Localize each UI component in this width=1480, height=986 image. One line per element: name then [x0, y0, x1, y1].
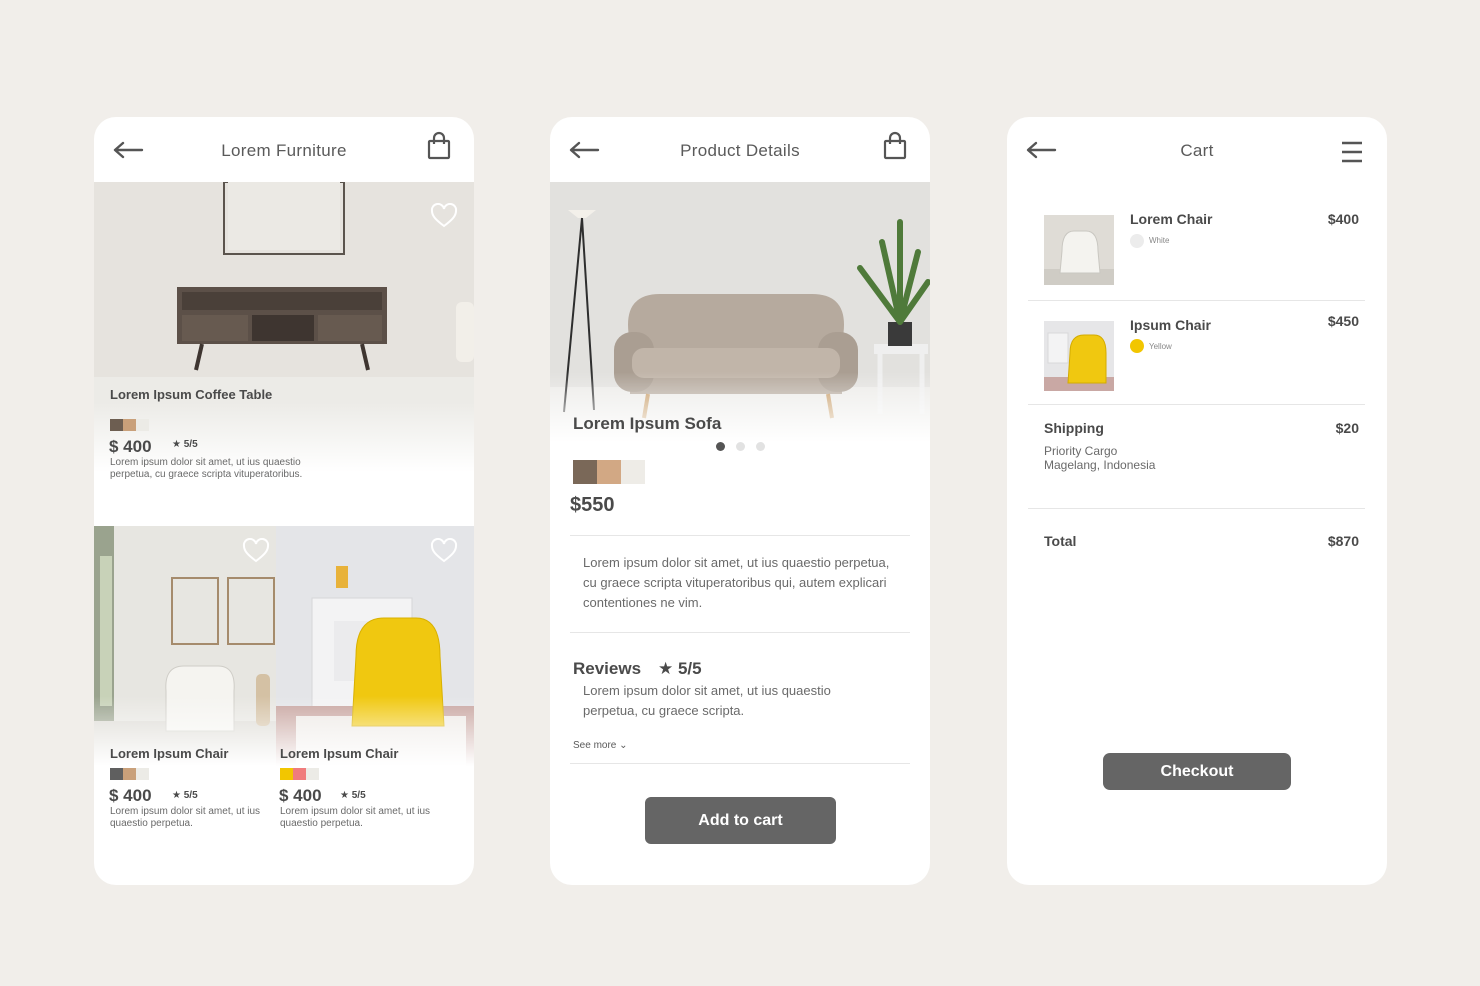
- product-price: $ 400: [109, 437, 152, 456]
- product-rating: ★ 5/5: [172, 439, 198, 450]
- header: Cart: [1007, 117, 1387, 183]
- divider: [570, 632, 910, 633]
- product-name: Lorem Ipsum Sofa: [573, 414, 722, 433]
- yellow-chair-photo[interactable]: [276, 526, 474, 766]
- divider: [570, 535, 910, 536]
- product-name: Lorem Ipsum Coffee Table: [110, 387, 273, 402]
- shopping-bag-icon[interactable]: [426, 131, 452, 161]
- cart-item-price: $400: [1327, 211, 1359, 227]
- product-price: $ 400: [279, 786, 322, 805]
- cart-item-color: White: [1149, 236, 1170, 245]
- total-price: $870: [1327, 533, 1359, 549]
- page-title: Lorem Furniture: [221, 141, 347, 160]
- cart-item-price: $450: [1327, 313, 1359, 329]
- reviews-heading: Reviews: [573, 659, 642, 678]
- product-description: Lorem ipsum dolor sit amet, ut ius quaes…: [110, 457, 303, 480]
- heart-icon[interactable]: [430, 538, 458, 564]
- product-rating: ★ 5/5: [340, 790, 366, 801]
- add-to-cart-button[interactable]: Add to cart: [645, 797, 836, 844]
- divider: [1028, 404, 1365, 405]
- swatch[interactable]: [123, 419, 136, 431]
- color-dot: [1130, 339, 1144, 353]
- white-chair-illustration: [1044, 215, 1114, 285]
- carousel-dot[interactable]: [736, 442, 745, 451]
- page-title: Product Details: [680, 141, 800, 160]
- product-name: Lorem Ipsum Chair: [280, 746, 399, 761]
- cart-screen: Cart Lorem Chair White $400 Ipsum Chair: [1007, 117, 1387, 885]
- color-swatches: [280, 768, 319, 780]
- checkout-button[interactable]: Checkout: [1103, 753, 1291, 790]
- color-swatches: [573, 460, 645, 484]
- cart-item-color: Yellow: [1149, 342, 1172, 351]
- shipping-price: $20: [1335, 420, 1359, 436]
- color-swatches: [110, 419, 149, 431]
- review-text: Lorem ipsum dolor sit amet, ut ius quaes…: [583, 683, 831, 718]
- product-description: Lorem ipsum dolor sit amet, ut ius quaes…: [280, 806, 431, 829]
- furniture-list-screen: Lorem Furniture Lorem Ipsum Coffee Table…: [94, 117, 474, 885]
- swatch[interactable]: [293, 768, 306, 780]
- product-description: Lorem ipsum dolor sit amet, ut ius quaes…: [583, 555, 890, 610]
- divider: [570, 763, 910, 764]
- product-price: $550: [570, 494, 615, 516]
- white-chair-thumbnail: [1044, 215, 1114, 285]
- swatch[interactable]: [110, 768, 123, 780]
- swatch[interactable]: [110, 419, 123, 431]
- sofa-photo: [550, 182, 930, 442]
- carousel-dot[interactable]: [756, 442, 765, 451]
- heart-icon[interactable]: [242, 538, 270, 564]
- color-dot: [1130, 234, 1144, 248]
- swatch[interactable]: [573, 460, 597, 484]
- yellow-chair-thumbnail: [1044, 321, 1114, 391]
- divider: [1028, 300, 1365, 301]
- swatch[interactable]: [136, 419, 149, 431]
- product-name: Lorem Ipsum Chair: [110, 746, 229, 761]
- swatch[interactable]: [136, 768, 149, 780]
- product-price: $ 400: [109, 786, 152, 805]
- see-more-link[interactable]: See more ⌄: [573, 740, 628, 751]
- header: Product Details: [550, 117, 930, 183]
- shopping-bag-icon[interactable]: [882, 131, 908, 161]
- swatch[interactable]: [280, 768, 293, 780]
- heart-icon[interactable]: [430, 203, 458, 229]
- color-swatches: [110, 768, 149, 780]
- cart-item-name: Lorem Chair: [1130, 211, 1213, 227]
- total-label: Total: [1044, 533, 1077, 549]
- header: Lorem Furniture: [94, 117, 474, 183]
- page-title: Cart: [1180, 141, 1214, 160]
- product-rating: ★ 5/5: [172, 790, 198, 801]
- swatch[interactable]: [306, 768, 319, 780]
- carousel-dot-active[interactable]: [716, 442, 725, 451]
- product-details-screen: Product Details Lorem Ipsum Sofa $550 Lo…: [550, 117, 930, 885]
- coffee-table-photo[interactable]: [94, 182, 474, 472]
- cart-item-name: Ipsum Chair: [1130, 317, 1211, 333]
- divider: [1028, 508, 1365, 509]
- shipping-label: Shipping: [1044, 420, 1104, 436]
- shipping-method: Priority Cargo: [1044, 444, 1118, 458]
- yellow-chair-illustration: [1044, 321, 1114, 391]
- reviews-rating: ★ 5/5: [658, 659, 702, 678]
- swatch[interactable]: [621, 460, 645, 484]
- shipping-location: Magelang, Indonesia: [1044, 458, 1156, 472]
- swatch[interactable]: [597, 460, 621, 484]
- swatch[interactable]: [123, 768, 136, 780]
- menu-icon[interactable]: [1339, 137, 1365, 167]
- product-description: Lorem ipsum dolor sit amet, ut ius quaes…: [110, 806, 261, 829]
- white-chair-photo[interactable]: [94, 526, 276, 766]
